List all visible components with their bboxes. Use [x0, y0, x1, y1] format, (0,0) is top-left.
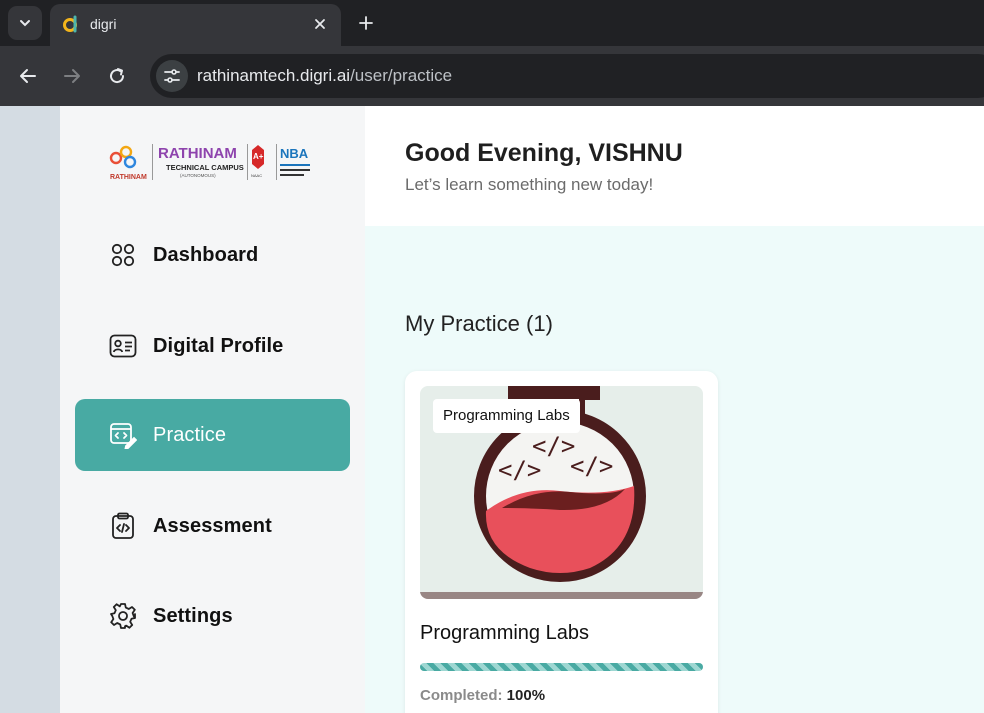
- page-header: Good Evening, VISHNU Let’s learn somethi…: [365, 106, 984, 226]
- id-card-icon: [108, 331, 138, 361]
- practice-card[interactable]: </> </> </> Programming Labs Programming…: [405, 371, 718, 713]
- svg-text:RATHINAM: RATHINAM: [110, 174, 147, 181]
- svg-text:A+: A+: [253, 152, 264, 161]
- svg-text:</>: </>: [498, 456, 541, 484]
- chevron-down-icon: [20, 20, 30, 27]
- url-host: rathinamtech.digri.ai: [197, 66, 351, 85]
- sidebar-item-label: Digital Profile: [153, 334, 284, 357]
- card-thumbnail: </> </> </> Programming Labs: [420, 386, 703, 599]
- card-title: Programming Labs: [420, 622, 589, 644]
- gear-icon: [108, 601, 138, 631]
- plus-icon: [359, 16, 373, 30]
- section-title: My Practice (1): [405, 311, 553, 336]
- tune-icon: [164, 69, 180, 83]
- left-gutter: [0, 106, 60, 713]
- address-bar[interactable]: rathinamtech.digri.ai/user/practice: [150, 54, 984, 98]
- forward-button[interactable]: [58, 62, 86, 90]
- svg-text:</>: </>: [570, 452, 613, 480]
- browser-tabstrip: digri: [0, 0, 984, 46]
- sidebar-item-label: Practice: [153, 423, 227, 446]
- tab-search-button[interactable]: [8, 6, 42, 40]
- reload-icon: [110, 68, 125, 84]
- sidebar-item-digital-profile[interactable]: Digital Profile: [75, 310, 350, 382]
- svg-text:(AUTONOMOUS): (AUTONOMOUS): [180, 173, 216, 178]
- sidebar-item-label: Settings: [153, 604, 233, 627]
- greeting-title: Good Evening, VISHNU: [405, 139, 683, 167]
- sidebar-item-dashboard[interactable]: Dashboard: [75, 219, 350, 291]
- tab-close-button[interactable]: [311, 15, 329, 33]
- code-edit-icon: [108, 420, 138, 450]
- sidebar: RATHINAM RATHINAM TECHNICAL CAMPUS (AUTO…: [60, 106, 365, 713]
- tab-title: digri: [90, 16, 117, 32]
- sidebar-item-settings[interactable]: Settings: [75, 580, 350, 652]
- page: RATHINAM RATHINAM TECHNICAL CAMPUS (AUTO…: [0, 106, 984, 713]
- sidebar-item-assessment[interactable]: Assessment: [75, 490, 350, 562]
- svg-text:TECHNICAL CAMPUS: TECHNICAL CAMPUS: [166, 163, 244, 172]
- sidebar-item-label: Dashboard: [153, 243, 259, 266]
- browser-toolbar: rathinamtech.digri.ai/user/practice: [0, 46, 984, 106]
- svg-text:RATHINAM: RATHINAM: [158, 145, 237, 162]
- svg-text:NBA: NBA: [280, 146, 309, 161]
- arrow-right-icon: [64, 69, 80, 83]
- url-path: /user/practice: [350, 66, 453, 85]
- site-info-button[interactable]: [156, 60, 188, 92]
- greeting-subtitle: Let’s learn something new today!: [405, 175, 654, 194]
- digri-favicon-icon: [63, 15, 77, 33]
- sidebar-item-practice[interactable]: Practice: [75, 399, 350, 471]
- url-text: rathinamtech.digri.ai/user/practice: [197, 66, 452, 86]
- grid-icon: [108, 240, 138, 270]
- arrow-left-icon: [20, 69, 36, 83]
- close-icon: [315, 19, 325, 29]
- new-tab-button[interactable]: [354, 11, 378, 35]
- back-button[interactable]: [14, 62, 42, 90]
- completion-label: Completed:: [420, 687, 503, 704]
- browser-tab[interactable]: digri: [50, 4, 341, 46]
- sidebar-item-label: Assessment: [153, 514, 272, 537]
- card-category-tag: Programming Labs: [433, 399, 580, 433]
- progress-bar: [420, 663, 703, 671]
- completion-value: 100%: [506, 687, 546, 704]
- clipboard-code-icon: [108, 511, 138, 541]
- rathinam-logo: RATHINAM RATHINAM TECHNICAL CAMPUS (AUTO…: [109, 144, 310, 181]
- svg-text:NAAC: NAAC: [251, 173, 262, 178]
- completion-status: Completed: 100%: [420, 687, 545, 704]
- reload-button[interactable]: [103, 62, 131, 90]
